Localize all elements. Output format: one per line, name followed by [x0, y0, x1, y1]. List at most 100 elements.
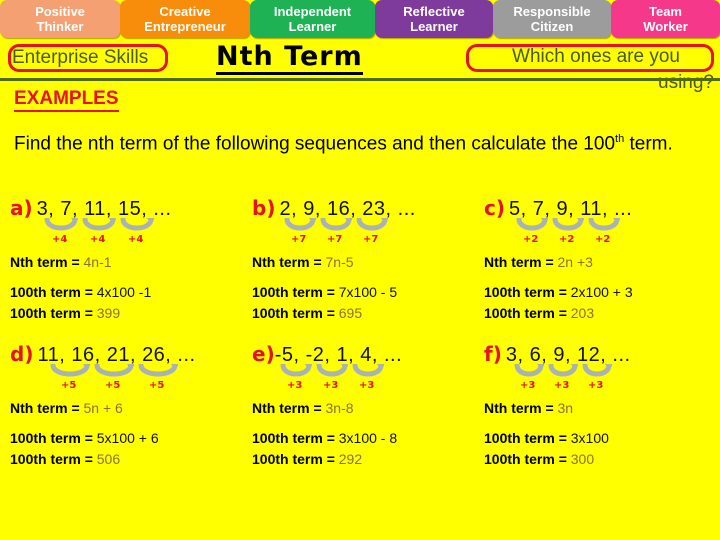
hundredth-term-label: 100th term =	[10, 284, 93, 300]
answers: Nth term = 4n-1 100th term = 4x100 -1 10…	[10, 252, 250, 324]
difference-label: +5	[105, 380, 121, 391]
problem-a: a) 3, 7, 11, 15, ... +4 +4 +4 Nth term = 4n…	[10, 196, 250, 342]
tab-positive-thinker[interactable]: Positive Thinker	[0, 0, 120, 38]
ordinal-suffix: th	[615, 133, 625, 145]
hundredth-term-label: 100th term =	[484, 284, 567, 300]
problem-label: b)	[252, 196, 276, 220]
difference-arcs: +3 +3 +3	[484, 362, 720, 394]
hundredth-result-line: 100th term = 300	[484, 449, 720, 470]
nth-term-value: 5n + 6	[83, 400, 123, 416]
nth-term-value: 2n +3	[557, 254, 593, 270]
answers: Nth term = 2n +3 100th term = 2x100 + 3 …	[484, 252, 720, 324]
hundredth-result-line: 100th term = 203	[484, 303, 720, 324]
hundredth-term-label: 100th term =	[484, 305, 567, 321]
hundredth-term-label: 100th term =	[252, 284, 335, 300]
difference-label: +3	[323, 380, 339, 391]
problem-label: c)	[484, 196, 505, 220]
difference-label: +3	[359, 380, 375, 391]
nth-term-label: Nth term =	[484, 400, 554, 416]
hundredth-calc-line: 100th term = 4x100 -1	[10, 282, 250, 303]
tab-label-line1: Team	[649, 4, 682, 19]
nth-term-label: Nth term =	[252, 254, 322, 270]
difference-arcs: +4 +4 +4	[10, 216, 250, 248]
hundredth-term-label: 100th term =	[252, 305, 335, 321]
hundredth-term-result: 695	[338, 305, 363, 321]
tab-label-line1: Independent	[273, 4, 352, 19]
difference-label: +5	[61, 380, 77, 391]
difference-arcs: +5 +5 +5	[10, 362, 250, 394]
nth-term-label: Nth term =	[484, 254, 554, 270]
hundredth-calc-line: 100th term = 7x100 - 5	[252, 282, 492, 303]
hundredth-term-label: 100th term =	[252, 451, 335, 467]
tab-team-worker[interactable]: Team Worker	[611, 0, 720, 38]
hundredth-term-result: 300	[570, 451, 595, 467]
nth-term-line: Nth term = 3n	[484, 398, 720, 419]
hundredth-term-calc: 7x100 - 5	[338, 284, 398, 300]
question-line-2: using?	[658, 72, 714, 93]
tab-creative-entrepreneur[interactable]: Creative Entrepreneur	[120, 0, 250, 38]
answers: Nth term = 7n-5 100th term = 7x100 - 5 1…	[252, 252, 492, 324]
tab-independent-learner[interactable]: Independent Learner	[250, 0, 375, 38]
problem-label: e)	[252, 342, 275, 366]
tab-label-line1: Responsible	[513, 4, 591, 19]
nth-term-label: Nth term =	[10, 254, 80, 270]
nth-term-value: 3n-8	[325, 400, 354, 416]
hundredth-calc-line: 100th term = 5x100 + 6	[10, 428, 250, 449]
hundredth-term-label: 100th term =	[10, 305, 93, 321]
nth-term-line: Nth term = 5n + 6	[10, 398, 250, 419]
hundredth-term-label: 100th term =	[10, 451, 93, 467]
nth-term-line: Nth term = 7n-5	[252, 252, 492, 273]
hundredth-result-line: 100th term = 292	[252, 449, 492, 470]
hundredth-term-result: 203	[570, 305, 595, 321]
tab-responsible-citizen[interactable]: Responsible Citizen	[493, 0, 611, 38]
sequence-values: 3, 7, 11, 15, ...	[36, 198, 172, 220]
page-title: Nth Term	[216, 42, 363, 75]
tab-label-line2: Citizen	[530, 19, 574, 34]
answers: Nth term = 5n + 6 100th term = 5x100 + 6…	[10, 398, 250, 470]
problem-b: b) 2, 9, 16, 23, ... +7 +7 +7 Nth term = 7n…	[252, 196, 492, 342]
hundredth-term-calc: 4x100 -1	[96, 284, 152, 300]
difference-label: +4	[90, 234, 106, 245]
difference-label: +4	[128, 234, 144, 245]
problem-label: a)	[10, 196, 33, 220]
hundredth-term-label: 100th term =	[10, 430, 93, 446]
hundredth-result-line: 100th term = 695	[252, 303, 492, 324]
problem-d: d) 11, 16, 21, 26, ... +5 +5 +5 Nth term = …	[10, 342, 250, 488]
hundredth-term-calc: 5x100 + 6	[96, 430, 159, 446]
problems-grid: a) 3, 7, 11, 15, ... +4 +4 +4 Nth term = 4n…	[0, 196, 720, 488]
difference-label: +7	[327, 234, 343, 245]
hundredth-term-label: 100th term =	[484, 430, 567, 446]
tab-label-line2: Thinker	[36, 19, 84, 34]
nth-term-line: Nth term = 4n-1	[10, 252, 250, 273]
which-ones-question: Which ones are you using?	[474, 44, 718, 96]
difference-label: +3	[588, 380, 604, 391]
tab-label-line1: Creative	[159, 4, 211, 19]
hundredth-term-label: 100th term =	[252, 430, 335, 446]
hundredth-result-line: 100th term = 399	[10, 303, 250, 324]
skills-tab-bar: Positive Thinker Creative Entrepreneur I…	[0, 0, 720, 38]
tab-label-line1: Reflective	[403, 4, 465, 19]
answers: Nth term = 3n-8 100th term = 3x100 - 8 1…	[252, 398, 492, 470]
hundredth-term-result: 399	[96, 305, 121, 321]
tab-label-line2: Learner	[288, 19, 337, 34]
hundredth-term-calc: 2x100 + 3	[570, 284, 633, 300]
hundredth-term-label: 100th term =	[484, 451, 567, 467]
tab-reflective-learner[interactable]: Reflective Learner	[375, 0, 493, 38]
difference-label: +3	[520, 380, 536, 391]
hundredth-calc-line: 100th term = 2x100 + 3	[484, 282, 720, 303]
tab-label-line2: Learner	[410, 19, 458, 34]
sequence-values: 11, 16, 21, 26, ...	[37, 344, 196, 366]
difference-label: +5	[149, 380, 165, 391]
instruction-part-2: term.	[624, 133, 673, 155]
header-divider	[0, 78, 720, 81]
nth-term-value: 4n-1	[83, 254, 112, 270]
difference-label: +7	[363, 234, 379, 245]
difference-label: +4	[52, 234, 68, 245]
nth-term-label: Nth term =	[252, 400, 322, 416]
tab-label-line2: Entrepreneur	[144, 19, 226, 34]
hundredth-calc-line: 100th term = 3x100 - 8	[252, 428, 492, 449]
difference-label: +3	[287, 380, 303, 391]
sequence-values: 5, 7, 9, 11, ...	[509, 198, 633, 220]
sequence-values: 2, 9, 16, 23, ...	[279, 198, 416, 220]
nth-term-value: 3n	[557, 400, 574, 416]
